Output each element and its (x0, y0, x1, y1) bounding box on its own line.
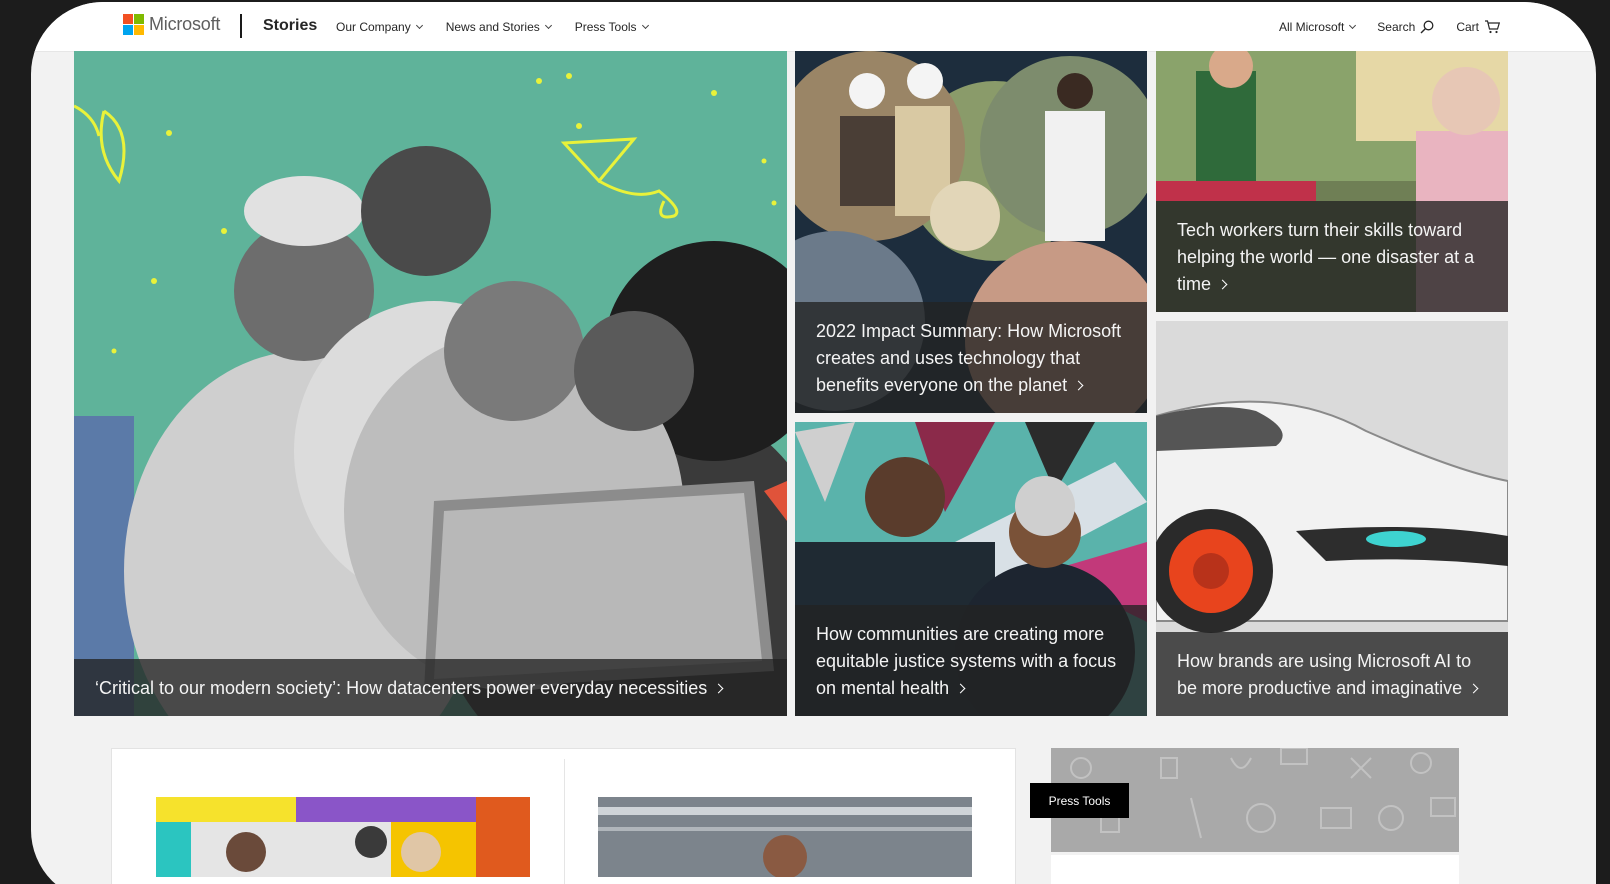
story-caption[interactable]: How communities are creating more equita… (795, 605, 1147, 716)
all-microsoft-menu[interactable]: All Microsoft (1278, 20, 1357, 34)
cart-label: Cart (1456, 20, 1479, 34)
card-divider (564, 759, 565, 884)
microsoft-logo[interactable]: Microsoft (123, 14, 220, 35)
chevron-down-icon (641, 21, 649, 30)
nav-label: News and Stories (445, 20, 540, 34)
search-label: Search (1377, 20, 1416, 34)
search-button[interactable]: Search (1377, 20, 1434, 34)
nav-press-tools[interactable]: Press Tools (574, 20, 649, 34)
utility-nav: All Microsoft Search Cart (1279, 20, 1500, 34)
chevron-right-icon (1468, 683, 1479, 694)
nav-label: Our Company (336, 20, 411, 34)
story-caption[interactable]: How brands are using Microsoft AI to be … (1156, 632, 1508, 716)
browser-viewport: Microsoft Stories Our Company News and S… (31, 2, 1596, 884)
cart-icon (1485, 20, 1500, 34)
section-title[interactable]: Stories (263, 17, 317, 35)
caption-text: ‘Critical to our modern society’: How da… (95, 678, 708, 698)
chevron-down-icon (415, 21, 423, 30)
hero-story-impact-summary[interactable]: 2022 Impact Summary: How Microsoft creat… (795, 51, 1147, 413)
press-tools-button[interactable]: Press Tools (1030, 783, 1129, 818)
primary-nav: Our Company News and Stories Press Tools (336, 20, 649, 34)
chevron-right-icon (1073, 380, 1084, 391)
search-icon (1420, 20, 1434, 34)
hero-story-brands-ai[interactable]: How brands are using Microsoft AI to be … (1156, 321, 1508, 716)
press-tools-panel-footer (1051, 855, 1459, 884)
all-microsoft-label: All Microsoft (1278, 20, 1345, 34)
cart-button[interactable]: Cart (1456, 20, 1500, 34)
story-caption[interactable]: 2022 Impact Summary: How Microsoft creat… (795, 302, 1147, 413)
chevron-down-icon (1349, 21, 1357, 30)
story-thumbnail[interactable] (598, 797, 972, 877)
hero-story-tech-workers[interactable]: Tech workers turn their skills toward he… (1156, 51, 1508, 312)
chevron-right-icon (713, 683, 724, 694)
logo-text: Microsoft (149, 14, 221, 34)
thumbnail-image (156, 797, 530, 877)
story-caption[interactable]: ‘Critical to our modern society’: How da… (74, 659, 787, 716)
nav-our-company[interactable]: Our Company (336, 20, 423, 34)
microsoft-logo-icon (123, 14, 144, 35)
thumbnail-image (598, 797, 972, 877)
story-thumbnail[interactable] (156, 797, 530, 877)
site-header: Microsoft Stories Our Company News and S… (31, 2, 1596, 52)
caption-text: How communities are creating more equita… (816, 624, 1117, 698)
featured-stories-card (111, 748, 1016, 884)
caption-text: How brands are using Microsoft AI to be … (1177, 651, 1472, 698)
chevron-right-icon (1217, 279, 1228, 290)
hero-story-datacenters[interactable]: ‘Critical to our modern society’: How da… (74, 51, 787, 716)
hero-story-justice-systems[interactable]: How communities are creating more equita… (795, 422, 1147, 716)
hero-illustration (74, 73, 787, 716)
nav-label: Press Tools (574, 20, 637, 34)
chevron-right-icon (955, 683, 966, 694)
nav-news-and-stories[interactable]: News and Stories (445, 20, 552, 34)
story-caption[interactable]: Tech workers turn their skills toward he… (1156, 201, 1508, 312)
header-divider (240, 14, 242, 38)
chevron-down-icon (544, 21, 552, 30)
